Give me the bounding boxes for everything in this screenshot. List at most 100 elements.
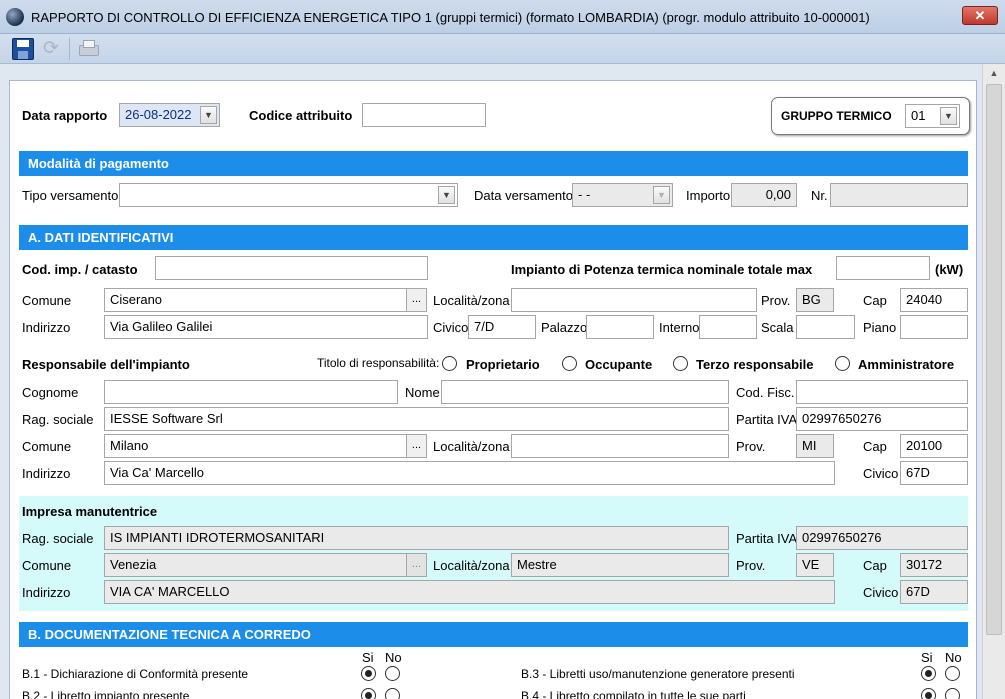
radio-b3-no[interactable] (945, 666, 960, 681)
importo-input[interactable]: 0,00 (731, 183, 797, 207)
cod-imp-label: Cod. imp. / catasto (22, 262, 138, 277)
nome-input[interactable] (441, 380, 729, 404)
radio-amministratore[interactable] (835, 356, 850, 371)
comune-input[interactable]: Ciserano (104, 288, 407, 312)
radio-b4-si[interactable] (921, 688, 936, 699)
imp-ragsoc-input[interactable]: IS IMPIANTI IDROTERMOSANITARI (104, 526, 729, 550)
nome-label: Nome (405, 385, 440, 400)
imp-piva-input[interactable]: 02997650276 (796, 526, 968, 550)
chevron-down-icon[interactable]: ▼ (200, 106, 217, 124)
potenza-label: Impianto di Potenza termica nominale tot… (511, 262, 813, 277)
imp-prov-input[interactable]: VE (796, 553, 834, 577)
potenza-unit: (kW) (935, 262, 964, 277)
indirizzo-input[interactable]: Via Galileo Galilei (104, 315, 428, 339)
tipo-versamento-select[interactable]: ▼ (119, 183, 458, 207)
doc-item-b4: B.4 - Libretto compilato in tutte le sue… (521, 689, 746, 699)
palazzo-input[interactable] (586, 315, 654, 339)
potenza-input[interactable] (836, 256, 930, 280)
vertical-scrollbar[interactable]: ▲ (982, 64, 1005, 699)
imp-comune-input[interactable]: Venezia (104, 553, 407, 577)
si-header-left: Si (362, 650, 374, 665)
scala-label: Scala (761, 320, 794, 335)
gruppo-termico-value: 01 (911, 108, 926, 123)
nr-label: Nr. (811, 188, 828, 203)
resp-civico-input[interactable]: 67D (900, 461, 968, 485)
resp-cap-input[interactable]: 20100 (900, 434, 968, 458)
no-header-right: No (945, 650, 962, 665)
prov-input[interactable]: BG (796, 288, 834, 312)
chevron-down-icon[interactable]: ▼ (438, 186, 455, 204)
piva-input[interactable]: 02997650276 (796, 407, 968, 431)
scala-input[interactable] (796, 315, 855, 339)
scroll-thumb[interactable] (986, 84, 1002, 635)
piva-label: Partita IVA (736, 412, 798, 427)
imp-piva-label: Partita IVA (736, 531, 798, 546)
doc-item-b1: B.1 - Dichiarazione di Conformità presen… (22, 667, 249, 681)
resp-localita-input[interactable] (511, 434, 729, 458)
option-proprietario-label: Proprietario (466, 357, 540, 372)
comune-lookup-button[interactable]: ... (406, 288, 427, 312)
imp-cap-input[interactable]: 30172 (900, 553, 968, 577)
cod-imp-input[interactable] (155, 256, 428, 280)
gruppo-termico-label: GRUPPO TERMICO (781, 109, 892, 123)
radio-b2-si[interactable] (361, 688, 376, 699)
radio-b1-si[interactable] (361, 666, 376, 681)
imp-civico-input[interactable]: 67D (900, 580, 968, 604)
localita-input[interactable] (511, 288, 757, 312)
resp-comune-label: Comune (22, 439, 72, 454)
radio-proprietario[interactable] (442, 356, 457, 371)
data-rapporto-field[interactable]: 26-08-2022 ▼ (119, 103, 220, 127)
print-icon[interactable] (77, 38, 99, 60)
refresh-icon[interactable]: ⟳ (40, 38, 62, 60)
imp-ragsoc-label: Rag. sociale (22, 531, 94, 546)
radio-b2-no[interactable] (385, 688, 400, 699)
scroll-up-icon[interactable]: ▲ (983, 64, 1005, 82)
imp-comune-label: Comune (22, 558, 72, 573)
codice-attribuito-input[interactable] (362, 103, 486, 127)
interno-input[interactable] (699, 315, 757, 339)
save-icon[interactable] (12, 38, 34, 60)
close-button[interactable]: ✕ (962, 6, 998, 25)
data-rapporto-label: Data rapporto (22, 108, 108, 123)
radio-b1-no[interactable] (385, 666, 400, 681)
radio-terzo-responsabile[interactable] (673, 356, 688, 371)
cap-input[interactable]: 24040 (900, 288, 968, 312)
resp-prov-input[interactable]: MI (796, 434, 834, 458)
title-bar: RAPPORTO DI CONTROLLO DI EFFICIENZA ENER… (0, 0, 1005, 34)
chevron-down-icon[interactable]: ▼ (940, 107, 957, 125)
cognome-input[interactable] (104, 380, 398, 404)
responsabile-title: Responsabile dell'impianto (22, 357, 190, 372)
data-versamento-label: Data versamento (474, 188, 573, 203)
piano-input[interactable] (900, 315, 968, 339)
resp-comune-input[interactable]: Milano (104, 434, 407, 458)
codice-attribuito-label: Codice attribuito (249, 108, 353, 123)
chevron-down-icon[interactable]: ▼ (653, 186, 670, 204)
codfisc-input[interactable] (796, 380, 968, 404)
imp-indirizzo-input[interactable]: VIA CA' MARCELLO (104, 580, 835, 604)
resp-indirizzo-input[interactable]: Via Ca' Marcello (104, 461, 835, 485)
imp-civico-label: Civico (863, 585, 899, 600)
radio-b3-si[interactable] (921, 666, 936, 681)
section-documentazione-tecnica: B. DOCUMENTAZIONE TECNICA A CORREDO (19, 622, 968, 647)
radio-b4-no[interactable] (945, 688, 960, 699)
data-versamento-value: - - (578, 187, 591, 202)
gruppo-termico-select[interactable]: 01 ▼ (905, 104, 960, 128)
ragsoc-input[interactable]: IESSE Software Srl (104, 407, 729, 431)
resp-comune-lookup-button[interactable]: ... (406, 434, 427, 458)
radio-occupante[interactable] (562, 356, 577, 371)
resp-localita-label: Località/zona (433, 439, 510, 454)
tipo-versamento-label: Tipo versamento (22, 188, 119, 203)
nr-input[interactable] (830, 183, 968, 207)
prov-label: Prov. (761, 293, 791, 308)
imp-comune-lookup-button[interactable]: ... (406, 553, 427, 577)
civico-input[interactable]: 7/D (468, 315, 536, 339)
interno-label: Interno (659, 320, 700, 335)
resp-prov-label: Prov. (736, 439, 766, 454)
no-header-left: No (385, 650, 402, 665)
imp-localita-input[interactable]: Mestre (511, 553, 729, 577)
importo-label: Importo (686, 188, 731, 203)
data-versamento-field[interactable]: - - ▼ (572, 183, 673, 207)
section-modalita-pagamento: Modalità di pagamento (19, 151, 968, 176)
impresa-title: Impresa manutentrice (22, 504, 158, 519)
civico-label: Civico (433, 320, 469, 335)
